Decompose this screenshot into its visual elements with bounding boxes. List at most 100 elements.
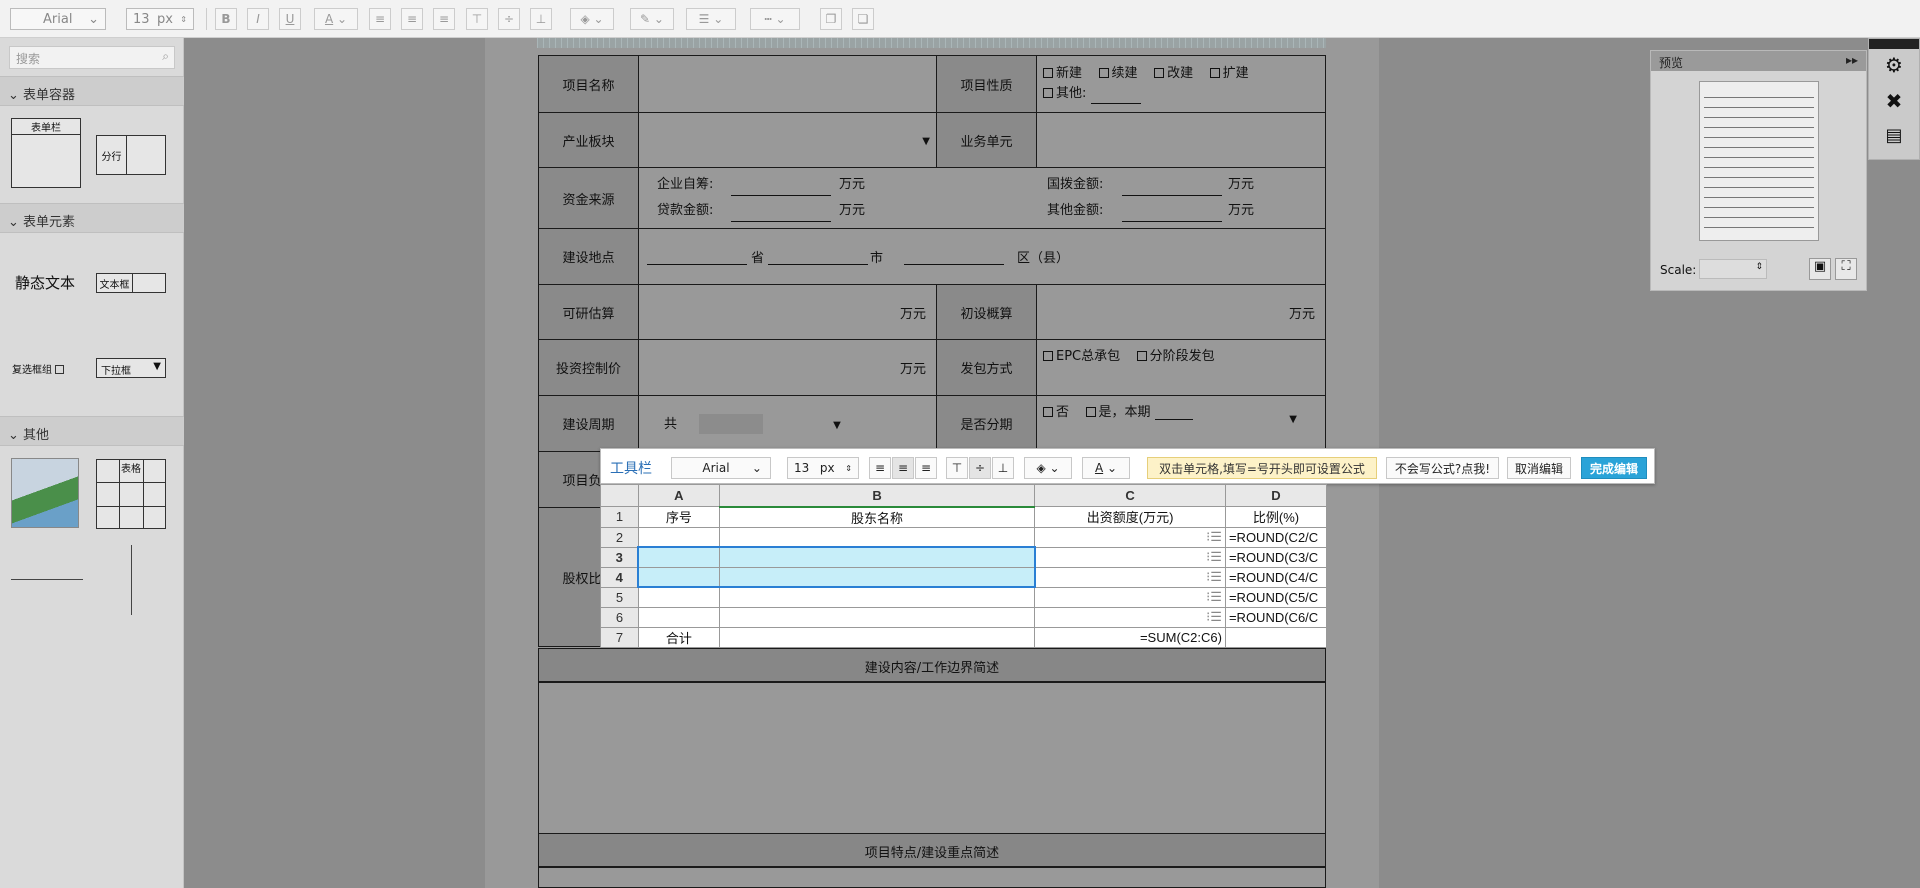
field-prelim[interactable]: 万元: [1036, 284, 1326, 340]
row-header[interactable]: 1: [600, 506, 639, 528]
checkbox-icon[interactable]: [1043, 407, 1053, 417]
features-field[interactable]: [538, 867, 1326, 888]
checkbox-icon[interactable]: [1098, 68, 1109, 78]
fill-color-button[interactable]: ◈ ⌄: [570, 8, 614, 30]
row-header[interactable]: 6: [600, 606, 639, 628]
vline-component[interactable]: [131, 545, 132, 615]
checkbox-icon[interactable]: [1154, 68, 1165, 78]
editor-align-left-button[interactable]: ≡: [869, 457, 891, 479]
corner-cell[interactable]: [600, 484, 639, 507]
sheet-cell[interactable]: 比例(%): [1224, 506, 1328, 528]
textbox-component[interactable]: 文本框: [96, 273, 166, 293]
checkbox-icon[interactable]: [1043, 88, 1053, 98]
sheet-cell[interactable]: [637, 526, 720, 548]
sheet-cell[interactable]: =ROUND(C4/C: [1224, 566, 1328, 588]
tools-button[interactable]: ✖: [1869, 85, 1919, 121]
column-header[interactable]: A: [637, 484, 720, 507]
section-other[interactable]: ⌄ 其他: [0, 416, 184, 446]
editor-valign-top-button[interactable]: ⊤: [946, 457, 968, 479]
font-color-button[interactable]: A ⌄: [314, 8, 358, 30]
sheet-cell[interactable]: =ROUND(C2/C: [1224, 526, 1328, 548]
table-component[interactable]: 表格: [96, 459, 166, 529]
fullscreen-button[interactable]: ⛶: [1835, 258, 1857, 280]
state-alloc-input[interactable]: [1122, 176, 1222, 196]
row-header[interactable]: 3: [600, 546, 639, 568]
collapse-icon[interactable]: ▸▸: [1846, 53, 1858, 67]
font-family-select[interactable]: Arial ⌄: [10, 8, 106, 30]
section-form-containers[interactable]: ⌄ 表单容器: [0, 76, 184, 106]
split-row-component[interactable]: 分行: [96, 135, 166, 175]
selected-cell[interactable]: [637, 546, 720, 568]
district-input[interactable]: [904, 245, 1004, 265]
sheet-cell[interactable]: 合计: [637, 626, 720, 648]
italic-button[interactable]: I: [247, 8, 269, 30]
row-header[interactable]: 2: [600, 526, 639, 548]
column-header[interactable]: D: [1224, 484, 1328, 507]
underline-button[interactable]: U: [279, 8, 301, 30]
column-header[interactable]: C: [1034, 484, 1226, 507]
scale-input[interactable]: ⇕: [1699, 259, 1767, 279]
column-header[interactable]: B: [718, 484, 1036, 508]
dropdown-component[interactable]: 下拉框 ▼: [96, 358, 166, 378]
section-form-elements[interactable]: ⌄ 表单元素: [0, 203, 184, 233]
bold-button[interactable]: B: [215, 8, 237, 30]
editor-font-color-button[interactable]: A ⌄: [1082, 457, 1130, 479]
sheet-cell[interactable]: =ROUND(C5/C: [1224, 586, 1328, 608]
valign-top-button[interactable]: ⊤: [466, 8, 488, 30]
city-input[interactable]: [768, 245, 868, 265]
hline-component[interactable]: [11, 579, 83, 580]
caret-down-icon[interactable]: ▼: [1289, 414, 1297, 425]
checkbox-group-component[interactable]: 复选框组: [12, 361, 67, 376]
editor-align-center-button[interactable]: ≡: [892, 457, 914, 479]
font-size-input[interactable]: 13 px ⇕: [126, 8, 194, 30]
sheet-cell[interactable]: [1224, 626, 1328, 648]
line-style-button[interactable]: ┅ ⌄: [750, 8, 800, 30]
other-amount-input[interactable]: [1122, 202, 1222, 222]
sheet-cell[interactable]: [718, 526, 1036, 548]
period-input[interactable]: [699, 414, 764, 435]
editor-font-size-input[interactable]: 13 px ⇕: [787, 457, 859, 479]
sheet-cell[interactable]: ⁝☰: [1034, 566, 1226, 588]
sheet-cell[interactable]: =ROUND(C6/C: [1224, 606, 1328, 628]
send-back-button[interactable]: ❏: [852, 8, 874, 30]
phase-input[interactable]: [1154, 419, 1193, 420]
sheet-cell[interactable]: [718, 606, 1036, 628]
sheet-cell[interactable]: ⁝☰: [1034, 586, 1226, 608]
line-color-button[interactable]: ✎ ⌄: [630, 8, 674, 30]
valign-middle-button[interactable]: ÷: [498, 8, 520, 30]
row-header[interactable]: 4: [600, 566, 639, 588]
editor-valign-bottom-button[interactable]: ⊥: [992, 457, 1014, 479]
caret-down-icon[interactable]: ▼: [833, 420, 841, 431]
selected-cell[interactable]: [718, 566, 1036, 588]
sheet-cell[interactable]: [637, 586, 720, 608]
sheet-cell[interactable]: =ROUND(C3/C: [1224, 546, 1328, 568]
field-project-nature[interactable]: 新建 续建 改建 扩建 其他:: [1036, 55, 1326, 113]
align-right-button[interactable]: ≡: [433, 8, 455, 30]
cancel-edit-button[interactable]: 取消编辑: [1507, 457, 1571, 479]
province-input[interactable]: [647, 245, 747, 265]
field-invest-ctrl[interactable]: 万元: [638, 339, 937, 396]
field-business-unit[interactable]: [1036, 112, 1326, 168]
align-center-button[interactable]: ≡: [401, 8, 423, 30]
preview-thumbnail[interactable]: [1699, 81, 1819, 241]
other-input[interactable]: [1090, 103, 1141, 104]
sheet-cell[interactable]: ⁝☰: [1034, 546, 1226, 568]
self-raised-input[interactable]: [731, 176, 831, 196]
formula-help-button[interactable]: 不会写公式?点我!: [1386, 457, 1499, 479]
settings-button[interactable]: ⚙: [1869, 49, 1919, 85]
editor-valign-middle-button[interactable]: ÷: [969, 457, 991, 479]
sheet-cell[interactable]: =SUM(C2:C6): [1034, 626, 1226, 648]
checkbox-icon[interactable]: [1043, 351, 1053, 361]
sheet-cell[interactable]: 股东名称: [718, 506, 1036, 528]
field-project-name[interactable]: [638, 55, 937, 113]
zoom-fit-button[interactable]: ▣: [1809, 258, 1831, 280]
row-header[interactable]: 7: [600, 626, 639, 648]
done-edit-button[interactable]: 完成编辑: [1581, 457, 1647, 479]
align-left-button[interactable]: ≡: [369, 8, 391, 30]
sheet-cell[interactable]: ⁝☰: [1034, 606, 1226, 628]
row-header[interactable]: 5: [600, 586, 639, 608]
sheet-cell[interactable]: ⁝☰: [1034, 526, 1226, 548]
bring-front-button[interactable]: ❐: [820, 8, 842, 30]
checkbox-icon[interactable]: [1085, 407, 1096, 417]
search-input[interactable]: 搜索 ⌕: [9, 46, 175, 69]
